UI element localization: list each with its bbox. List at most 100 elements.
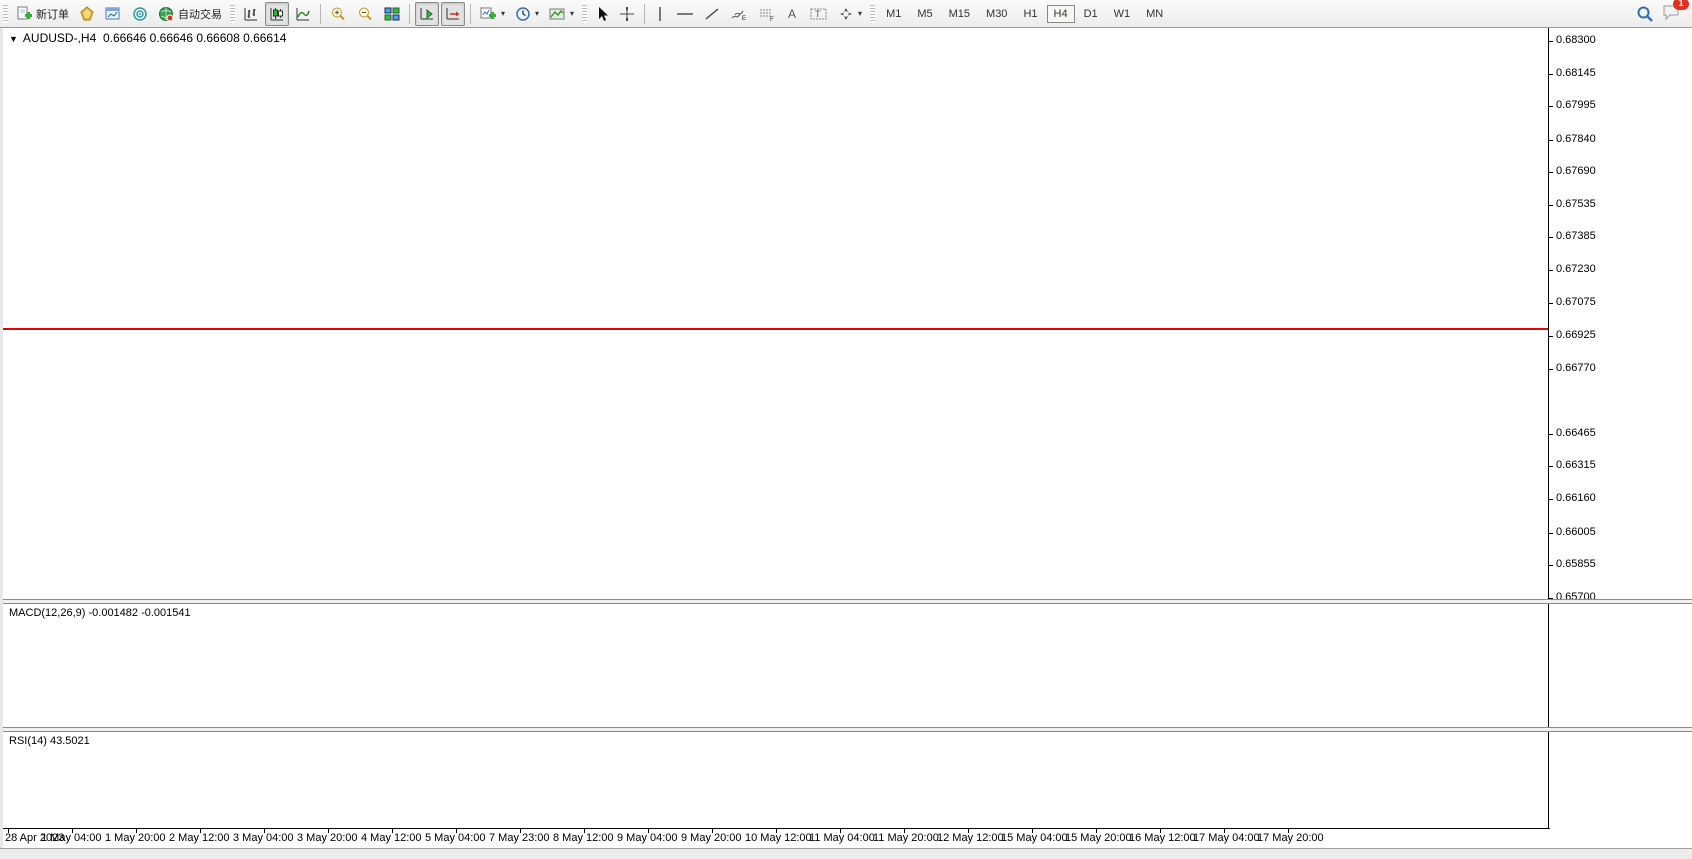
notifications-button[interactable]: 1	[1662, 3, 1682, 24]
price-tick-mark	[1548, 74, 1553, 75]
toolbar-grip[interactable]	[870, 5, 875, 23]
panel-separator[interactable]	[3, 727, 1692, 732]
price-tick-label: 0.67385	[1556, 230, 1596, 242]
chevron-down-icon: ▾	[535, 9, 539, 18]
chart-dropdown-caret[interactable]: ▼	[9, 34, 18, 44]
line-chart-icon	[295, 6, 311, 22]
equidistant-channel-button[interactable]: E	[726, 2, 752, 26]
new-order-icon	[16, 6, 33, 22]
new-order-button[interactable]: 新订单	[12, 2, 73, 26]
template-button[interactable]: ▾	[545, 2, 578, 26]
text-icon: A	[786, 6, 800, 22]
chart-window-icon	[105, 6, 122, 22]
gold-seal-button[interactable]	[75, 2, 99, 26]
time-tick-label: 17 May 20:00	[1257, 832, 1324, 844]
timeframe-button-w1[interactable]: W1	[1107, 5, 1138, 23]
vertical-line-button[interactable]	[650, 2, 670, 26]
price-tick-label: 0.67535	[1556, 198, 1596, 210]
chart-area[interactable]: ▼AUDUSD-,H4 0.66646 0.66646 0.66608 0.66…	[0, 28, 1692, 848]
add-indicator-button[interactable]: ▾	[476, 2, 509, 26]
mt4-window: 新订单 自动交易	[0, 0, 1692, 859]
price-tick-mark	[1548, 106, 1553, 107]
template-icon	[549, 6, 566, 22]
price-tick-label: 0.68145	[1556, 67, 1596, 79]
candlestick-chart-icon	[269, 6, 285, 22]
svg-text:T: T	[815, 9, 821, 19]
horizontal-line-icon	[676, 6, 694, 22]
fibonacci-button[interactable]: F	[754, 2, 780, 26]
timeframe-button-m1[interactable]: M1	[879, 5, 908, 23]
text-label-button[interactable]: T	[806, 2, 832, 26]
time-tick-label: 11 May 04:00	[809, 832, 875, 844]
trendline-button[interactable]	[700, 2, 724, 26]
toolbar-separator	[470, 4, 471, 24]
price-tick-mark	[1548, 533, 1553, 534]
price-tick-label: 0.68300	[1556, 34, 1596, 46]
time-tick-label: 1 May 04:00	[41, 832, 102, 844]
timeframe-button-m5[interactable]: M5	[910, 5, 939, 23]
price-axis-line	[1548, 28, 1549, 828]
timeframe-button-h1[interactable]: H1	[1016, 5, 1044, 23]
line-chart-button[interactable]	[291, 2, 315, 26]
price-tick-mark	[1548, 499, 1553, 500]
add-indicator-icon	[480, 6, 497, 22]
window-bottom-strip	[0, 848, 1692, 859]
chart-window-button[interactable]	[101, 2, 126, 26]
search-icon[interactable]	[1636, 5, 1654, 23]
price-tick-label: 0.67690	[1556, 165, 1596, 177]
period-clock-button[interactable]: ▾	[511, 2, 543, 26]
time-tick-label: 9 May 04:00	[617, 832, 678, 844]
price-tick-label: 0.66465	[1556, 427, 1596, 439]
auto-trading-button[interactable]: 自动交易	[154, 2, 226, 26]
cursor-button[interactable]	[591, 2, 613, 26]
sound-icon	[132, 6, 148, 22]
zoom-out-button[interactable]	[353, 2, 378, 26]
chart-shift-button[interactable]	[441, 2, 465, 26]
gold-seal-icon	[79, 6, 95, 22]
bar-chart-button[interactable]	[239, 2, 263, 26]
time-tick-label: 8 May 12:00	[553, 832, 614, 844]
timeframe-button-d1[interactable]: D1	[1077, 5, 1105, 23]
text-button[interactable]: A	[782, 2, 804, 26]
price-tick-mark	[1548, 466, 1553, 467]
panel-separator[interactable]	[3, 599, 1692, 604]
time-tick-label: 2 May 12:00	[169, 832, 230, 844]
auto-trading-icon	[158, 6, 175, 22]
macd-label: MACD(12,26,9) -0.001482 -0.001541	[9, 607, 191, 619]
price-tick-label: 0.66315	[1556, 459, 1596, 471]
toolbar-separator	[409, 4, 410, 24]
price-tick-mark	[1548, 237, 1553, 238]
auto-scroll-button[interactable]	[415, 2, 439, 26]
new-order-label: 新订单	[36, 6, 69, 22]
timeframe-button-mn[interactable]: MN	[1139, 5, 1170, 23]
toolbar-grip[interactable]	[230, 5, 235, 23]
time-tick-label: 4 May 12:00	[361, 832, 422, 844]
zoom-in-button[interactable]	[326, 2, 351, 26]
tile-windows-button[interactable]	[380, 2, 404, 26]
sound-button[interactable]	[128, 2, 152, 26]
price-tick-mark	[1548, 205, 1553, 206]
toolbar-grip[interactable]	[582, 5, 587, 23]
price-tick-label: 0.66160	[1556, 492, 1596, 504]
ohlc-readout: 0.66646 0.66646 0.66608 0.66614	[103, 31, 287, 45]
price-tick-label: 0.66005	[1556, 526, 1596, 538]
timeframe-button-m15[interactable]: M15	[942, 5, 977, 23]
time-tick-label: 1 May 20:00	[105, 832, 166, 844]
timeframe-button-h4[interactable]: H4	[1047, 5, 1075, 23]
chevron-down-icon: ▾	[501, 9, 505, 18]
toolbar-separator	[320, 4, 321, 24]
horizontal-level-line[interactable]	[3, 328, 1548, 330]
price-tick-label: 0.67840	[1556, 133, 1596, 145]
equidistant-channel-icon: E	[730, 6, 748, 22]
candlestick-chart-button[interactable]	[265, 2, 289, 26]
svg-text:E: E	[742, 16, 746, 22]
price-tick-mark	[1548, 172, 1553, 173]
timeframe-button-m30[interactable]: M30	[979, 5, 1014, 23]
toolbar: 新订单 自动交易	[0, 0, 1692, 28]
horizontal-line-button[interactable]	[672, 2, 698, 26]
price-tick-label: 0.67230	[1556, 263, 1596, 275]
arrows-tool-button[interactable]: ▾	[834, 2, 866, 26]
toolbar-grip[interactable]	[3, 5, 8, 23]
crosshair-button[interactable]	[615, 2, 639, 26]
bar-chart-icon	[243, 6, 259, 22]
